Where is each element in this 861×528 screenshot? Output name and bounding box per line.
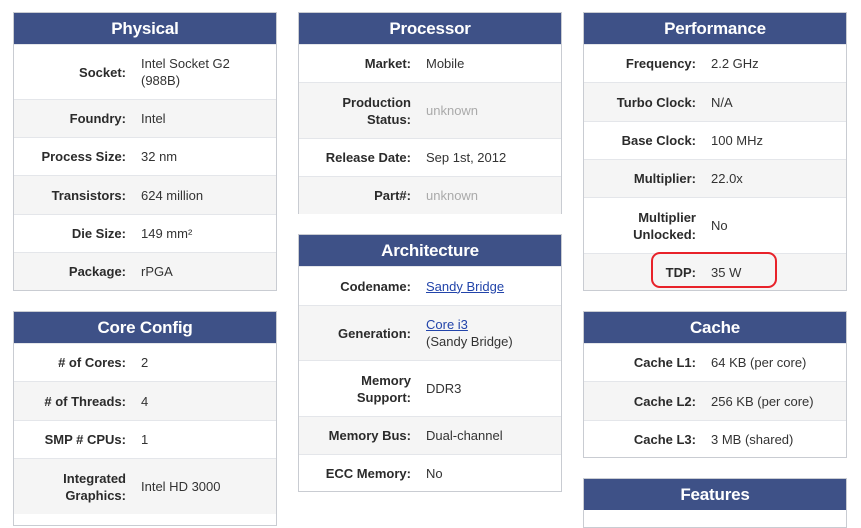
spec-row-codename: Codename: Sandy Bridge xyxy=(299,266,561,305)
spec-row-turbo-clock: Turbo Clock: N/A xyxy=(584,82,846,121)
spec-value: Sandy Bridge xyxy=(420,278,561,295)
physical-title: Physical xyxy=(14,13,276,44)
spec-label: Integrated Graphics: xyxy=(63,470,126,503)
spec-value: 2 xyxy=(141,355,149,370)
spec-row-cache-l1: Cache L1: 64 KB (per core) xyxy=(584,343,846,381)
spec-label: Frequency: xyxy=(625,56,696,71)
spec-value: Intel xyxy=(141,111,166,126)
spec-row-integrated-graphics: Integrated Graphics: Intel HD 3000 xyxy=(14,458,276,514)
spec-label: Turbo Clock: xyxy=(616,94,696,110)
spec-value: 22.0x xyxy=(711,171,743,186)
spec-label: Market: xyxy=(364,56,411,71)
spec-row-ecc-memory: ECC Memory: No xyxy=(299,454,561,492)
spec-row-memory-support: Memory Support: DDR3 xyxy=(299,360,561,416)
spec-row-release-date: Release Date: Sep 1st, 2012 xyxy=(299,138,561,176)
spec-label: Die Size: xyxy=(71,226,126,241)
spec-value: 4 xyxy=(141,393,149,409)
spec-value: 64 KB (per core) xyxy=(711,355,807,370)
spec-row-smp-cpus: SMP # CPUs: 1 xyxy=(14,420,276,458)
spec-label: Foundry: xyxy=(69,111,126,126)
spec-label: Codename: xyxy=(340,278,411,294)
spec-value: unknown xyxy=(426,188,479,203)
spec-label: Cache L2: xyxy=(633,393,696,409)
spec-label: Transistors: xyxy=(51,187,126,203)
performance-title: Performance xyxy=(584,13,846,44)
spec-value: N/A xyxy=(711,94,733,110)
features-panel: Features xyxy=(583,478,847,528)
architecture-title: Architecture xyxy=(299,235,561,266)
spec-row-cache-l3: Cache L3: 3 MB (shared) xyxy=(584,420,846,458)
spec-label: # of Threads: xyxy=(44,393,126,409)
codename-link[interactable]: Sandy Bridge xyxy=(426,279,504,294)
cache-title: Cache xyxy=(584,312,846,343)
spec-label: # of Cores: xyxy=(58,355,126,370)
tdp-highlight-outline xyxy=(651,252,777,288)
spec-label: Part#: xyxy=(374,188,411,203)
spec-label: Release Date: xyxy=(325,150,411,165)
spec-value: 3 MB (shared) xyxy=(711,432,794,447)
spec-label: Process Size: xyxy=(41,149,126,164)
spec-value: Intel Socket G2 (988B) xyxy=(141,56,230,88)
spec-value: Intel HD 3000 xyxy=(141,479,221,494)
spec-value: 100 MHz xyxy=(711,133,764,148)
features-title: Features xyxy=(584,479,846,510)
spec-value: 149 mm² xyxy=(141,226,193,241)
spec-value: 32 nm xyxy=(141,149,178,164)
spec-label: ECC Memory: xyxy=(325,466,411,481)
spec-row-market: Market: Mobile xyxy=(299,44,561,82)
spec-row-cache-l2: Cache L2: 256 KB (per core) xyxy=(584,381,846,420)
spec-row-frequency: Frequency: 2.2 GHz xyxy=(584,44,846,82)
spec-value: No xyxy=(426,466,443,481)
spec-label: Memory Bus: xyxy=(328,428,411,443)
core-config-panel: Core Config # of Cores: 2 # of Threads: … xyxy=(13,311,277,526)
spec-row-die-size: Die Size: 149 mm² xyxy=(14,214,276,252)
spec-label: Multiplier: xyxy=(633,171,696,186)
spec-label: Production Status: xyxy=(342,94,411,127)
performance-panel: Performance Frequency: 2.2 GHz Turbo Clo… xyxy=(583,12,847,291)
spec-label: Memory Support: xyxy=(356,372,411,405)
spec-row-production-status: Production Status: unknown xyxy=(299,82,561,138)
architecture-panel: Architecture Codename: Sandy Bridge Gene… xyxy=(298,234,562,492)
spec-value: DDR3 xyxy=(426,381,462,396)
spec-value: 256 KB (per core) xyxy=(711,393,814,409)
spec-value: rPGA xyxy=(141,264,173,279)
spec-value: No xyxy=(711,218,728,233)
spec-label: SMP # CPUs: xyxy=(44,432,126,447)
spec-row-memory-bus: Memory Bus: Dual-channel xyxy=(299,416,561,454)
spec-row-foundry: Foundry: Intel xyxy=(14,99,276,137)
spec-label: Generation: xyxy=(338,325,411,341)
spec-value: 1 xyxy=(141,432,149,447)
processor-panel: Processor Market: Mobile Production Stat… xyxy=(298,12,562,214)
spec-row-transistors: Transistors: 624 million xyxy=(14,175,276,214)
generation-link[interactable]: Core i3 xyxy=(426,317,468,332)
spec-row-part-number: Part#: unknown xyxy=(299,176,561,214)
spec-row-package: Package: rPGA xyxy=(14,252,276,290)
spec-value: Sep 1st, 2012 xyxy=(426,150,507,165)
spec-value: Core i3 (Sandy Bridge) xyxy=(420,316,561,350)
spec-label: Socket: xyxy=(79,64,126,80)
spec-row-multiplier-unlocked: Multiplier Unlocked: No xyxy=(584,197,846,253)
spec-label: Cache L1: xyxy=(633,355,696,370)
cache-panel: Cache Cache L1: 64 KB (per core) Cache L… xyxy=(583,311,847,458)
spec-label: Multiplier Unlocked: xyxy=(633,209,696,242)
spec-row-socket: Socket: Intel Socket G2 (988B) xyxy=(14,44,276,99)
physical-panel: Physical Socket: Intel Socket G2 (988B) … xyxy=(13,12,277,291)
spec-value: Mobile xyxy=(426,56,465,71)
spec-row-base-clock: Base Clock: 100 MHz xyxy=(584,121,846,159)
generation-subtext: (Sandy Bridge) xyxy=(426,334,513,349)
spec-label: Base Clock: xyxy=(621,133,696,148)
spec-value: Dual-channel xyxy=(426,428,503,443)
spec-row-cores: # of Cores: 2 xyxy=(14,343,276,381)
spec-label: Package: xyxy=(68,264,126,279)
core-config-title: Core Config xyxy=(14,312,276,343)
spec-row-generation: Generation: Core i3 (Sandy Bridge) xyxy=(299,305,561,360)
spec-value: 624 million xyxy=(141,187,204,203)
spec-label: Cache L3: xyxy=(633,432,696,447)
spec-row-threads: # of Threads: 4 xyxy=(14,381,276,420)
spec-row-process-size: Process Size: 32 nm xyxy=(14,137,276,175)
spec-row-multiplier: Multiplier: 22.0x xyxy=(584,159,846,197)
spec-value: 2.2 GHz xyxy=(711,56,759,71)
spec-value: unknown xyxy=(426,103,479,118)
processor-title: Processor xyxy=(299,13,561,44)
